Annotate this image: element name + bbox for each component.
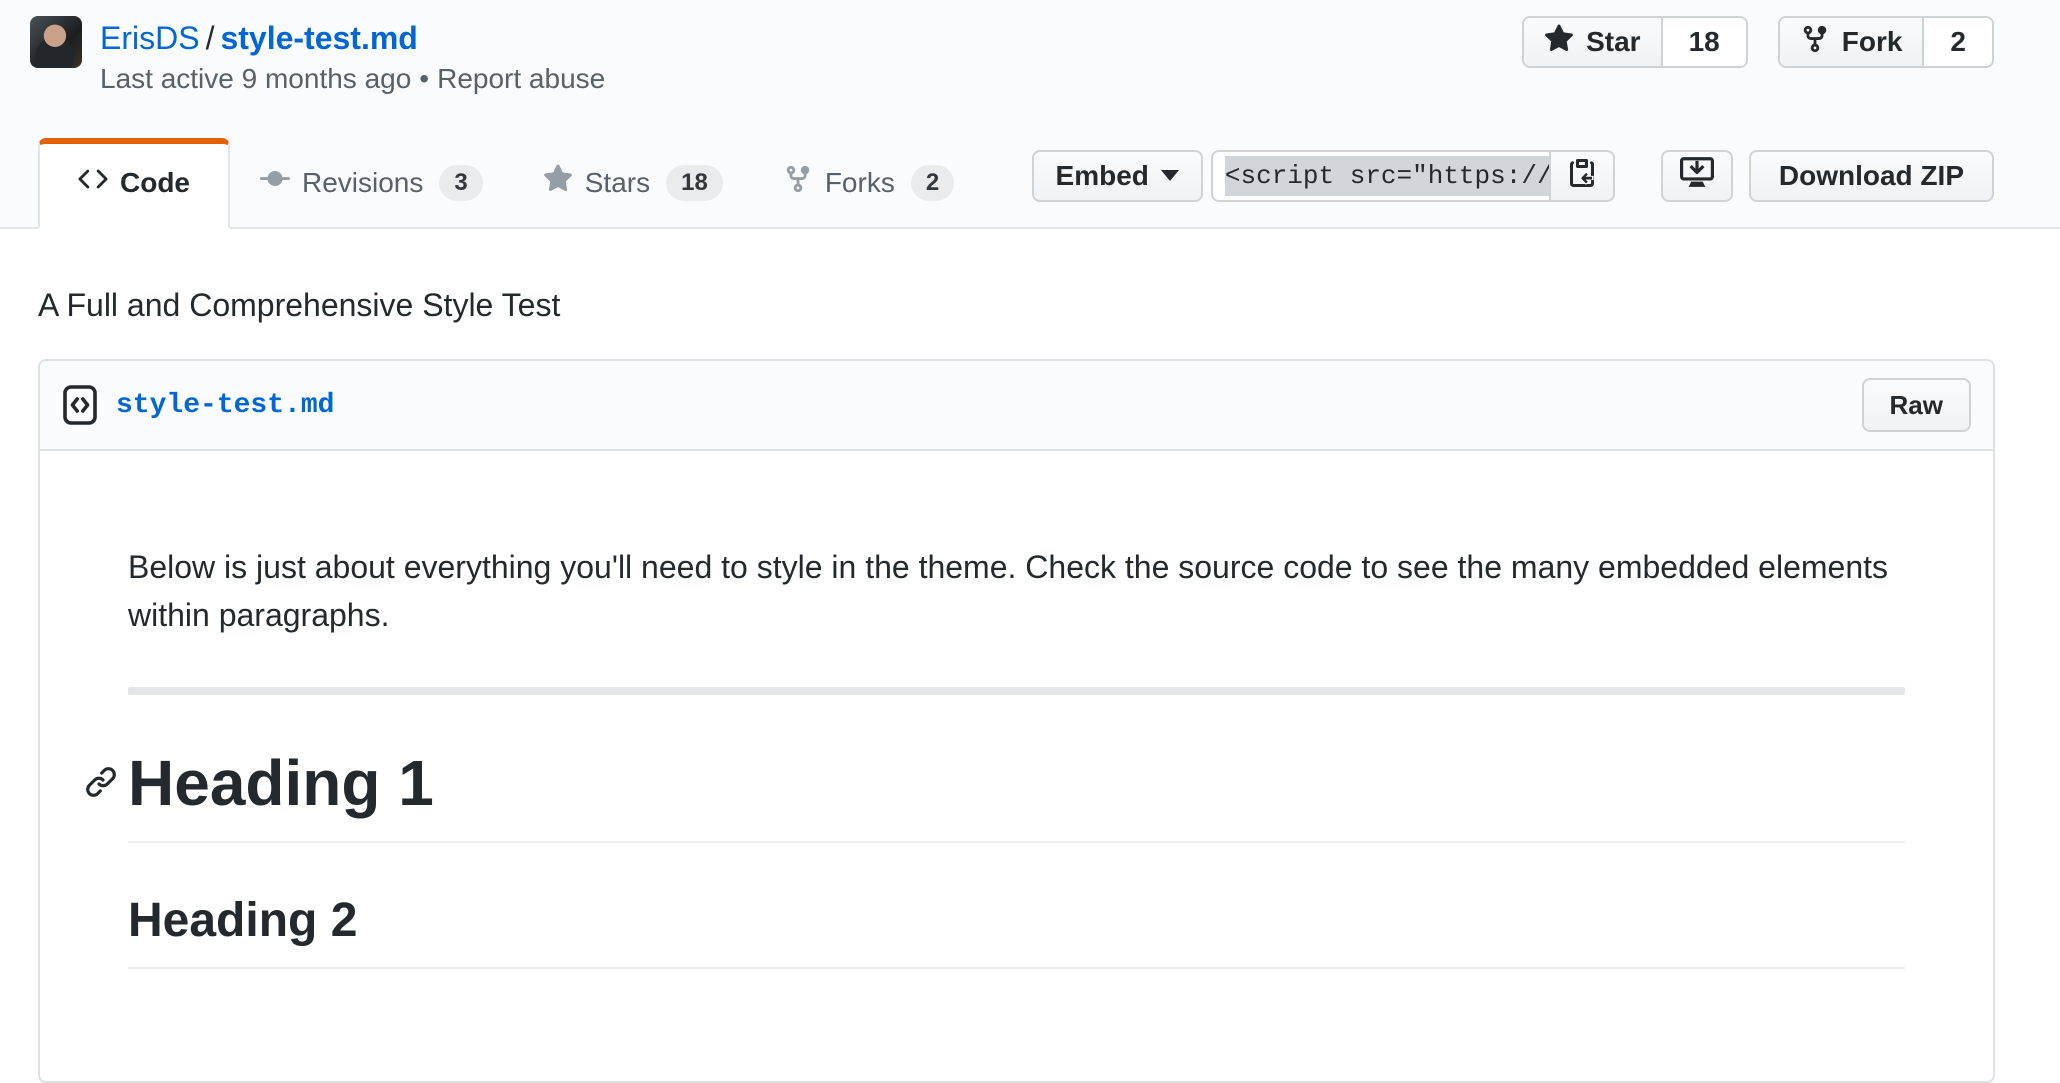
tab-revisions[interactable]: Revisions 3 <box>230 140 513 227</box>
gist-description: A Full and Comprehensive Style Test <box>38 229 1995 325</box>
anchor-link-icon[interactable] <box>84 765 118 799</box>
copy-to-clipboard-button[interactable] <box>1549 150 1615 202</box>
heading-2: Heading 2 <box>128 891 1905 969</box>
tab-stars[interactable]: Stars 18 <box>513 140 753 227</box>
horizontal-rule <box>128 687 1905 695</box>
owner-link[interactable]: ErisDS <box>100 20 200 56</box>
gist-name-link[interactable]: style-test.md <box>220 20 417 56</box>
intro-paragraph: Below is just about everything you'll ne… <box>128 543 1905 639</box>
heading-1: Heading 1 <box>128 743 1905 843</box>
revisions-counter: 3 <box>439 165 482 201</box>
embed-url-value: <script src="https://gist. <box>1225 156 1549 196</box>
file-header: style-test.md Raw <box>40 361 1993 451</box>
markdown-body: Below is just about everything you'll ne… <box>40 451 1993 1081</box>
title-separator: / <box>200 20 221 56</box>
tab-forks-label: Forks <box>825 167 895 199</box>
star-button-label: Star <box>1586 26 1640 58</box>
fork-button-group: Fork 2 <box>1778 16 1994 68</box>
clipboard-copy-icon <box>1566 157 1598 194</box>
file-name-link[interactable]: style-test.md <box>116 390 334 421</box>
main-content: A Full and Comprehensive Style Test styl… <box>0 229 2060 1083</box>
heading-1-text: Heading 1 <box>128 747 434 819</box>
tab-revisions-label: Revisions <box>302 167 423 199</box>
raw-button[interactable]: Raw <box>1862 378 1971 432</box>
fork-count[interactable]: 2 <box>1924 18 1992 66</box>
embed-input-group: <script src="https://gist. <box>1211 150 1615 202</box>
tab-stars-label: Stars <box>585 167 650 199</box>
star-icon <box>543 164 573 201</box>
download-zip-button[interactable]: Download ZIP <box>1749 150 1994 202</box>
heading-2-text: Heading 2 <box>128 894 357 947</box>
chevron-down-icon <box>1161 170 1179 181</box>
download-zip-label: Download ZIP <box>1779 160 1964 192</box>
fork-icon <box>783 164 813 201</box>
tab-code-label: Code <box>120 167 190 199</box>
file-code-icon <box>62 384 98 426</box>
fork-icon <box>1800 24 1830 61</box>
avatar[interactable] <box>30 16 82 68</box>
star-button[interactable]: Star <box>1524 18 1662 66</box>
tab-bar: Code Revisions 3 Stars 18 Forks 2 Embed <box>0 94 2060 229</box>
star-button-group: Star 18 <box>1522 16 1748 68</box>
title-block: ErisDS/style-test.md Last active 9 month… <box>100 16 605 94</box>
pagehead: ErisDS/style-test.md Last active 9 month… <box>0 0 2060 94</box>
social-actions: Star 18 Fork 2 <box>1522 16 1994 68</box>
embed-dropdown-label: Embed <box>1056 160 1149 192</box>
tab-forks[interactable]: Forks 2 <box>753 140 984 227</box>
fork-button-label: Fork <box>1842 26 1903 58</box>
forks-counter: 2 <box>911 165 954 201</box>
desktop-download-icon <box>1680 155 1714 196</box>
tab-code[interactable]: Code <box>38 138 230 229</box>
report-abuse-link[interactable]: Report abuse <box>437 63 605 94</box>
gist-header: ErisDS/style-test.md Last active 9 month… <box>0 0 2060 229</box>
desktop-download-button[interactable] <box>1661 150 1733 202</box>
file-box: style-test.md Raw Below is just about ev… <box>38 359 1995 1083</box>
embed-dropdown-button[interactable]: Embed <box>1032 150 1203 202</box>
stars-counter: 18 <box>666 165 723 201</box>
fork-button[interactable]: Fork <box>1780 18 1925 66</box>
meta-bullet: • <box>411 63 437 94</box>
last-active-text: Last active 9 months ago <box>100 63 411 94</box>
raw-button-label: Raw <box>1890 390 1943 421</box>
page-title: ErisDS/style-test.md <box>100 16 605 60</box>
embed-controls: Embed <script src="https://gist. <box>1032 150 1994 202</box>
star-icon <box>1544 24 1574 61</box>
commit-icon <box>260 164 290 201</box>
code-icon <box>78 164 108 201</box>
star-count[interactable]: 18 <box>1663 18 1746 66</box>
embed-url-input[interactable]: <script src="https://gist. <box>1211 150 1549 202</box>
gist-meta: Last active 9 months ago•Report abuse <box>100 64 605 94</box>
